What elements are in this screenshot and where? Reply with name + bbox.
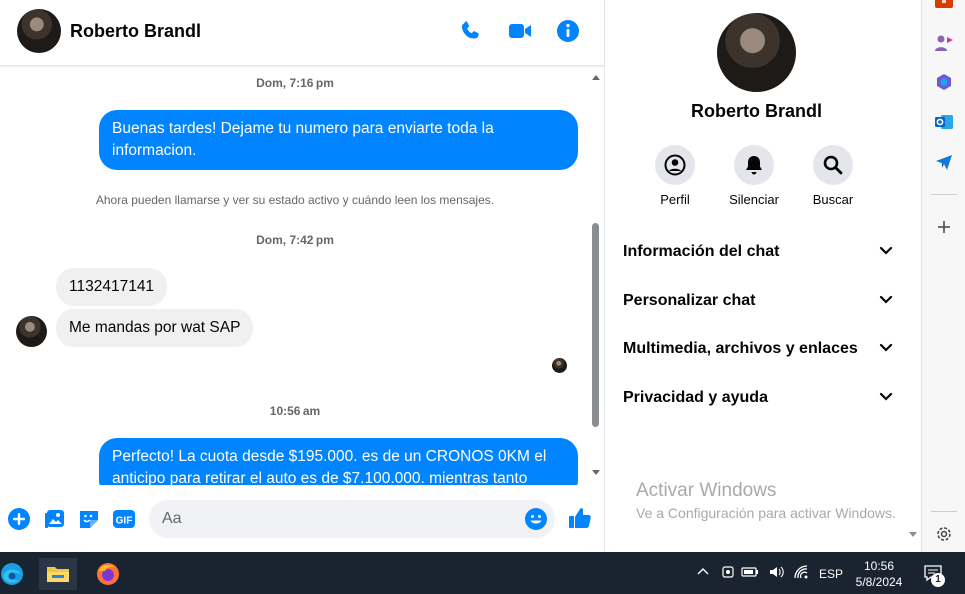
battery-icon[interactable] xyxy=(741,564,759,582)
svg-text:GIF: GIF xyxy=(116,516,133,527)
profile-icon[interactable] xyxy=(655,145,695,185)
notification-icon[interactable]: 1 xyxy=(923,564,945,587)
divider xyxy=(931,511,957,512)
contact-name[interactable]: Roberto Brandl xyxy=(70,21,201,42)
send-icon[interactable] xyxy=(934,152,954,172)
chat-panel: Roberto Brandl Dom, 7:16 pm Buenas tarde… xyxy=(0,0,604,552)
conversation-info-panel: Roberto Brandl Perfil Silenciar Buscar I… xyxy=(604,0,921,552)
emoji-icon[interactable] xyxy=(524,507,548,531)
divider xyxy=(931,194,957,195)
message-input[interactable] xyxy=(149,500,555,538)
video-call-icon[interactable] xyxy=(507,19,531,43)
phone-call-icon[interactable] xyxy=(459,19,483,43)
section-label: Multimedia, archivos y enlaces xyxy=(623,340,858,357)
sender-avatar[interactable] xyxy=(16,316,47,347)
games-icon[interactable] xyxy=(934,33,954,53)
action-profile[interactable]: Perfil xyxy=(640,145,710,207)
info-icon[interactable] xyxy=(556,19,580,43)
gif-icon[interactable]: GIF xyxy=(112,507,136,531)
chevron-up-icon[interactable] xyxy=(696,564,710,582)
section-label: Privacidad y ayuda xyxy=(623,389,768,406)
activation-watermark-title: Activar Windows xyxy=(636,480,777,501)
action-label: Perfil xyxy=(660,192,690,207)
section-label: Información del chat xyxy=(623,243,780,260)
scroll-down-arrow[interactable] xyxy=(909,532,917,537)
file-explorer-icon[interactable] xyxy=(39,558,77,590)
action-label: Buscar xyxy=(812,192,854,207)
input-language[interactable]: ESP xyxy=(819,567,843,585)
timestamp: Dom, 7:42 pm xyxy=(256,233,334,247)
gallery-icon[interactable] xyxy=(43,507,67,531)
copilot-icon[interactable] xyxy=(934,72,954,92)
chevron-down-icon xyxy=(879,292,893,310)
chevron-down-icon xyxy=(879,340,893,358)
screen: Roberto Brandl Dom, 7:16 pm Buenas tarde… xyxy=(0,0,965,594)
volume-icon[interactable] xyxy=(768,564,786,582)
camera-icon[interactable] xyxy=(720,564,736,582)
wifi-icon[interactable] xyxy=(793,564,811,582)
sticker-icon[interactable] xyxy=(77,507,101,531)
toolbox-icon[interactable] xyxy=(934,0,954,16)
timestamp: Dom, 7:16 pm xyxy=(256,76,334,90)
scroll-down-arrow[interactable] xyxy=(592,470,600,475)
profile-name: Roberto Brandl xyxy=(690,101,822,121)
notification-badge: 1 xyxy=(931,573,945,587)
browser-sidebar xyxy=(921,0,965,552)
incoming-message[interactable]: Me mandas por wat SAP xyxy=(56,309,254,347)
section-media-files-links[interactable]: Multimedia, archivos y enlaces xyxy=(623,334,893,364)
system-clock[interactable]: 10:56 5/8/2024 xyxy=(852,558,906,590)
section-customize-chat[interactable]: Personalizar chat xyxy=(623,286,893,316)
timestamp: 10:56 am xyxy=(269,404,321,418)
action-mute[interactable]: Silenciar xyxy=(719,145,789,207)
scroll-thumb[interactable] xyxy=(592,223,599,427)
chat-scrollbar[interactable] xyxy=(590,67,602,485)
like-icon[interactable] xyxy=(567,505,591,529)
chevron-down-icon xyxy=(879,389,893,407)
edge-browser-icon[interactable] xyxy=(0,558,31,590)
outgoing-message[interactable]: Buenas tardes! Dejame tu numero para env… xyxy=(99,110,578,170)
read-receipt-avatar xyxy=(552,358,567,373)
add-icon[interactable] xyxy=(934,217,954,237)
clock-time: 10:56 xyxy=(863,559,895,573)
message-list[interactable]: Dom, 7:16 pm Buenas tardes! Dejame tu nu… xyxy=(0,67,590,485)
search-icon[interactable] xyxy=(813,145,853,185)
profile-avatar[interactable] xyxy=(717,13,796,92)
windows-taskbar: ESP 10:56 5/8/2024 1 xyxy=(0,552,965,594)
section-chat-info[interactable]: Información del chat xyxy=(623,237,893,267)
section-label: Personalizar chat xyxy=(623,292,756,309)
system-notice: Ahora pueden llamarse y ver su estado ac… xyxy=(95,193,495,207)
contact-avatar[interactable] xyxy=(17,9,61,53)
plus-icon[interactable] xyxy=(7,507,31,531)
chat-header: Roberto Brandl xyxy=(0,0,604,66)
firefox-icon[interactable] xyxy=(89,558,127,590)
settings-gear-icon[interactable] xyxy=(934,524,954,544)
incoming-message[interactable]: 1132417141 xyxy=(56,268,168,306)
activation-watermark-subtitle: Ve a Configuración para activar Windows. xyxy=(636,505,896,521)
outgoing-message[interactable]: Perfecto! La cuota desde $195.000. es de… xyxy=(99,438,578,485)
bell-icon[interactable] xyxy=(734,145,774,185)
chevron-down-icon xyxy=(879,243,893,261)
clock-date: 5/8/2024 xyxy=(855,575,903,589)
section-privacy-help[interactable]: Privacidad y ayuda xyxy=(623,383,893,413)
action-label: Silenciar xyxy=(729,192,779,207)
action-search[interactable]: Buscar xyxy=(798,145,868,207)
scroll-up-arrow[interactable] xyxy=(592,75,600,80)
composer: GIF xyxy=(0,487,604,552)
outlook-icon[interactable] xyxy=(934,112,954,132)
